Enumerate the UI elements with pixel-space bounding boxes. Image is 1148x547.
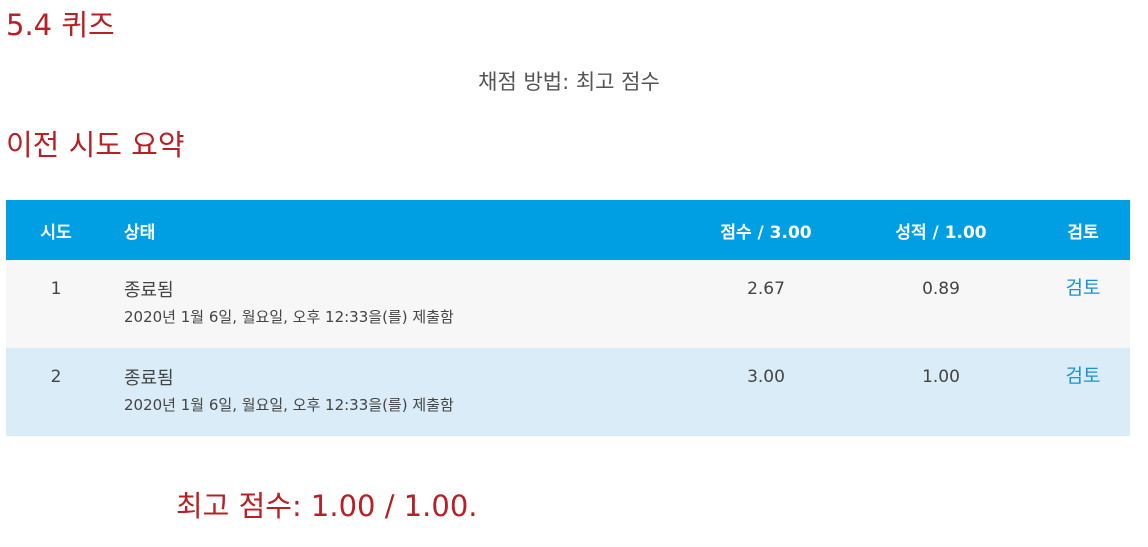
review-link[interactable]: 검토	[1066, 365, 1101, 387]
grade-cell: 0.89	[846, 260, 1036, 348]
review-link[interactable]: 검토	[1066, 277, 1101, 299]
marks-cell: 2.67	[686, 260, 846, 348]
attempt-number: 1	[50, 279, 62, 299]
table-header-row: 시도 상태 점수 / 3.00 성적 / 1.00 검토	[6, 200, 1130, 260]
submitted-text: 2020년 1월 6일, 월요일, 오후 12:33을(를) 제출함	[124, 308, 454, 326]
grade-cell: 1.00	[846, 348, 1036, 436]
final-score: 최고 점수: 1.00 / 1.00.	[176, 489, 478, 523]
marks-cell: 3.00	[686, 348, 846, 436]
grading-method: 채점 방법: 최고 점수	[478, 70, 660, 94]
state-cell: 종료됨 2020년 1월 6일, 월요일, 오후 12:33을(를) 제출함	[106, 260, 686, 348]
marks-value: 2.67	[747, 279, 785, 299]
header-review: 검토	[1036, 200, 1130, 260]
header-state: 상태	[106, 200, 686, 260]
header-attempt: 시도	[6, 200, 106, 260]
attempt-cell: 2	[6, 348, 106, 436]
grade-value: 0.89	[922, 279, 960, 299]
state-cell: 종료됨 2020년 1월 6일, 월요일, 오후 12:33을(를) 제출함	[106, 348, 686, 436]
attempt-cell: 1	[6, 260, 106, 348]
table-row: 1 종료됨 2020년 1월 6일, 월요일, 오후 12:33을(를) 제출함…	[6, 260, 1130, 348]
header-marks: 점수 / 3.00	[686, 200, 846, 260]
marks-value: 3.00	[747, 367, 785, 387]
submitted-text: 2020년 1월 6일, 월요일, 오후 12:33을(를) 제출함	[124, 396, 454, 414]
review-cell: 검토	[1036, 260, 1130, 348]
attempts-table: 시도 상태 점수 / 3.00 성적 / 1.00 검토 1 종료됨 2020년…	[6, 200, 1130, 436]
state-text: 종료됨	[124, 280, 174, 301]
attempt-number: 2	[50, 367, 62, 387]
summary-heading: 이전 시도 요약	[6, 128, 185, 162]
header-grade: 성적 / 1.00	[846, 200, 1036, 260]
quiz-title: 5.4 퀴즈	[6, 8, 115, 42]
review-cell: 검토	[1036, 348, 1130, 436]
grade-value: 1.00	[922, 367, 960, 387]
state-text: 종료됨	[124, 368, 174, 389]
table-row: 2 종료됨 2020년 1월 6일, 월요일, 오후 12:33을(를) 제출함…	[6, 348, 1130, 436]
